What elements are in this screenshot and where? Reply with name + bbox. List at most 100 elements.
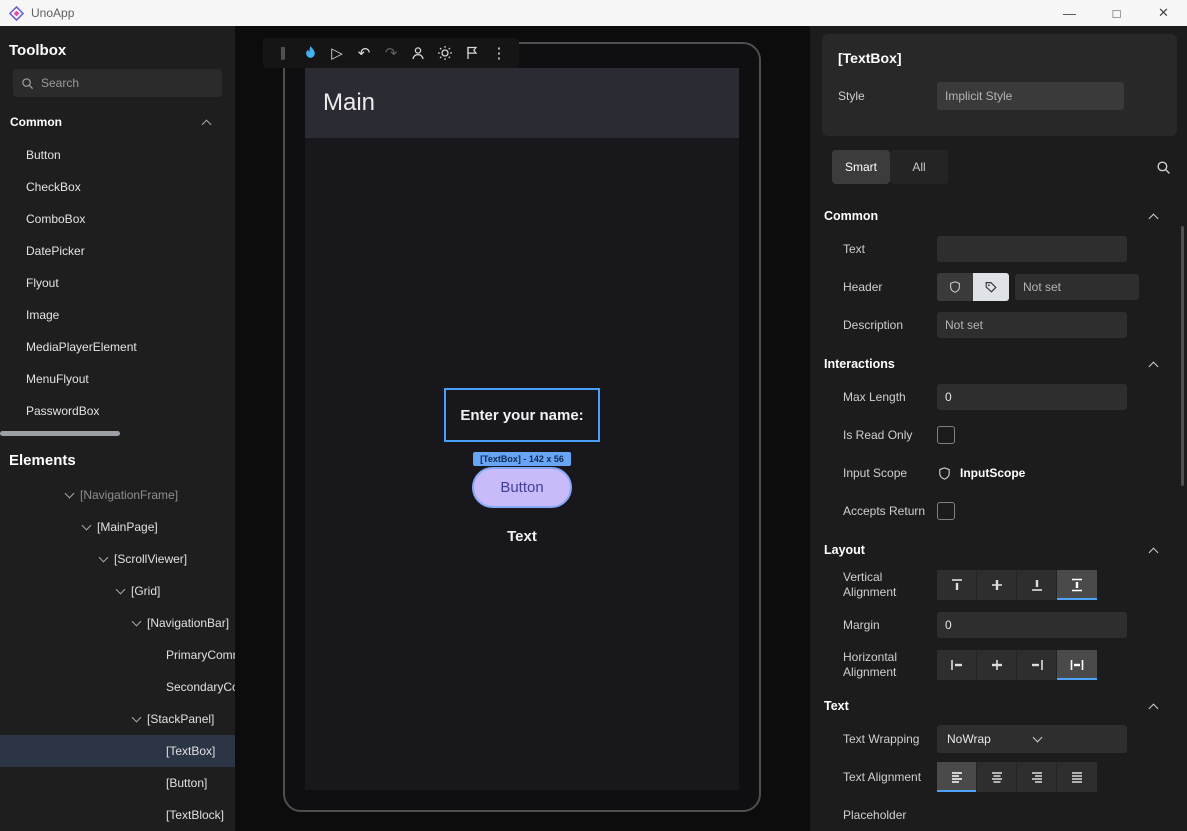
theme-sun-icon[interactable]: [435, 41, 455, 65]
toolbox-item-passwordbox[interactable]: PasswordBox: [0, 395, 235, 427]
tree-item-textblock[interactable]: [TextBlock]: [0, 799, 235, 831]
margin-input[interactable]: [937, 612, 1127, 638]
chevron-down-icon[interactable]: [64, 489, 76, 501]
row-vertical-alignment: Vertical Alignment: [810, 564, 1187, 606]
more-options-icon[interactable]: ⋮: [489, 41, 509, 65]
section-layout[interactable]: Layout: [810, 530, 1187, 564]
toolbox-item-checkbox[interactable]: CheckBox: [0, 171, 235, 203]
properties-panel: [TextBox] Style Smart All Common: [810, 26, 1187, 831]
text-align-left-button[interactable]: [937, 762, 977, 792]
chevron-down-icon[interactable]: [131, 617, 143, 629]
halign-stretch-button[interactable]: [1057, 650, 1097, 680]
toolbox-search[interactable]: [13, 69, 222, 97]
halign-right-button[interactable]: [1017, 650, 1057, 680]
chevron-up-icon: [201, 116, 213, 128]
canvas-textblock[interactable]: Text: [507, 528, 537, 545]
toolbox-item-button[interactable]: Button: [0, 139, 235, 171]
selection-size-badge: [TextBox] - 142 x 56: [473, 452, 571, 466]
toolbox-item-image[interactable]: Image: [0, 299, 235, 331]
properties-tabs: Smart All: [832, 150, 1171, 184]
page-title: Main: [323, 89, 375, 117]
minimize-button[interactable]: —: [1046, 0, 1093, 26]
close-button[interactable]: ✕: [1140, 0, 1187, 26]
header-binding-button[interactable]: [937, 273, 973, 301]
main-content: Toolbox Common Button CheckBox ComboBox …: [0, 26, 1187, 831]
tree-item-primarycommands[interactable]: PrimaryComm: [0, 639, 235, 671]
text-alignment-label: Text Alignment: [843, 770, 937, 785]
accepts-return-checkbox[interactable]: [937, 502, 955, 520]
max-length-input[interactable]: [937, 384, 1127, 410]
row-text: Text: [810, 230, 1187, 268]
valign-center-button[interactable]: [977, 570, 1017, 600]
header-value-input[interactable]: [1015, 274, 1139, 300]
text-label: Text: [843, 242, 937, 257]
tree-item-secondarycommands[interactable]: SecondaryCo: [0, 671, 235, 703]
header-literal-button[interactable]: [973, 273, 1009, 301]
drag-handle-icon[interactable]: ∥: [273, 41, 293, 65]
toolbox-item-flyout[interactable]: Flyout: [0, 267, 235, 299]
toolbox-item-datepicker[interactable]: DatePicker: [0, 235, 235, 267]
chevron-down-icon[interactable]: [115, 585, 127, 597]
align-right-icon: [1029, 657, 1045, 673]
maximize-button[interactable]: □: [1093, 0, 1140, 26]
selected-element-card: [TextBox] Style: [822, 34, 1177, 136]
style-input[interactable]: [937, 82, 1124, 110]
tree-item-navigationframe[interactable]: [NavigationFrame]: [0, 479, 235, 511]
tree-item-grid[interactable]: [Grid]: [0, 575, 235, 607]
play-icon[interactable]: ▷: [327, 41, 347, 65]
section-common[interactable]: Common: [810, 196, 1187, 230]
halign-center-button[interactable]: [977, 650, 1017, 680]
canvas-textbox-selected[interactable]: Enter your name:: [444, 388, 600, 442]
section-text[interactable]: Text: [810, 686, 1187, 720]
is-read-only-checkbox[interactable]: [937, 426, 955, 444]
text-wrapping-dropdown[interactable]: NoWrap: [937, 725, 1127, 753]
text-value-input[interactable]: [937, 236, 1127, 262]
shield-icon: [937, 466, 952, 481]
placeholder-label: Placeholder: [843, 808, 937, 823]
tree-item-scrollviewer[interactable]: [ScrollViewer]: [0, 543, 235, 575]
align-hstretch-icon: [1069, 657, 1085, 673]
toolbox-search-input[interactable]: [41, 76, 214, 90]
align-left-icon: [949, 657, 965, 673]
horizontal-alignment-label: Horizontal Alignment: [843, 650, 937, 680]
chevron-down-icon[interactable]: [98, 553, 110, 565]
tab-all[interactable]: All: [890, 150, 948, 184]
toolbox-item-combobox[interactable]: ComboBox: [0, 203, 235, 235]
chevron-down-icon[interactable]: [131, 713, 143, 725]
description-value-input[interactable]: [937, 312, 1127, 338]
app-title: UnoApp: [31, 6, 74, 20]
properties-search-icon[interactable]: [1156, 160, 1171, 175]
text-align-justify-button[interactable]: [1057, 762, 1097, 792]
inspect-element-icon[interactable]: [408, 41, 428, 65]
tree-item-stackpanel[interactable]: [StackPanel]: [0, 703, 235, 735]
hot-reload-flame-icon[interactable]: [300, 41, 320, 65]
chevron-up-icon: [1148, 700, 1160, 712]
valign-stretch-button[interactable]: [1057, 570, 1097, 600]
valign-bottom-button[interactable]: [1017, 570, 1057, 600]
toolbox-section-common[interactable]: Common: [0, 97, 235, 139]
properties-scrollbar[interactable]: [1181, 226, 1184, 486]
halign-left-button[interactable]: [937, 650, 977, 680]
input-scope-value[interactable]: InputScope: [960, 466, 1025, 480]
tree-item-navigationbar[interactable]: [NavigationBar]: [0, 607, 235, 639]
section-interactions[interactable]: Interactions: [810, 344, 1187, 378]
text-alignment-group: [937, 762, 1097, 792]
tab-smart[interactable]: Smart: [832, 150, 890, 184]
redo-icon[interactable]: ↷: [381, 41, 401, 65]
chevron-down-icon[interactable]: [81, 521, 93, 533]
tree-item-textbox[interactable]: [TextBox]: [0, 735, 235, 767]
text-wrapping-label: Text Wrapping: [843, 732, 937, 747]
valign-top-button[interactable]: [937, 570, 977, 600]
text-align-center-button[interactable]: [977, 762, 1017, 792]
toolbox-item-mediaplayerelement[interactable]: MediaPlayerElement: [0, 331, 235, 363]
flag-icon[interactable]: [462, 41, 482, 65]
tree-item-mainpage[interactable]: [MainPage]: [0, 511, 235, 543]
text-align-right-button[interactable]: [1017, 762, 1057, 792]
app-window: UnoApp — □ ✕ Toolbox Common Button: [0, 0, 1187, 831]
designer-toolbar: ∥ ▷ ↶ ↷: [263, 38, 519, 68]
canvas-button[interactable]: Button: [472, 467, 572, 508]
tree-item-button[interactable]: [Button]: [0, 767, 235, 799]
toolbox-item-menuflyout[interactable]: MenuFlyout: [0, 363, 235, 395]
align-vstretch-icon: [1069, 577, 1085, 593]
undo-icon[interactable]: ↶: [354, 41, 374, 65]
